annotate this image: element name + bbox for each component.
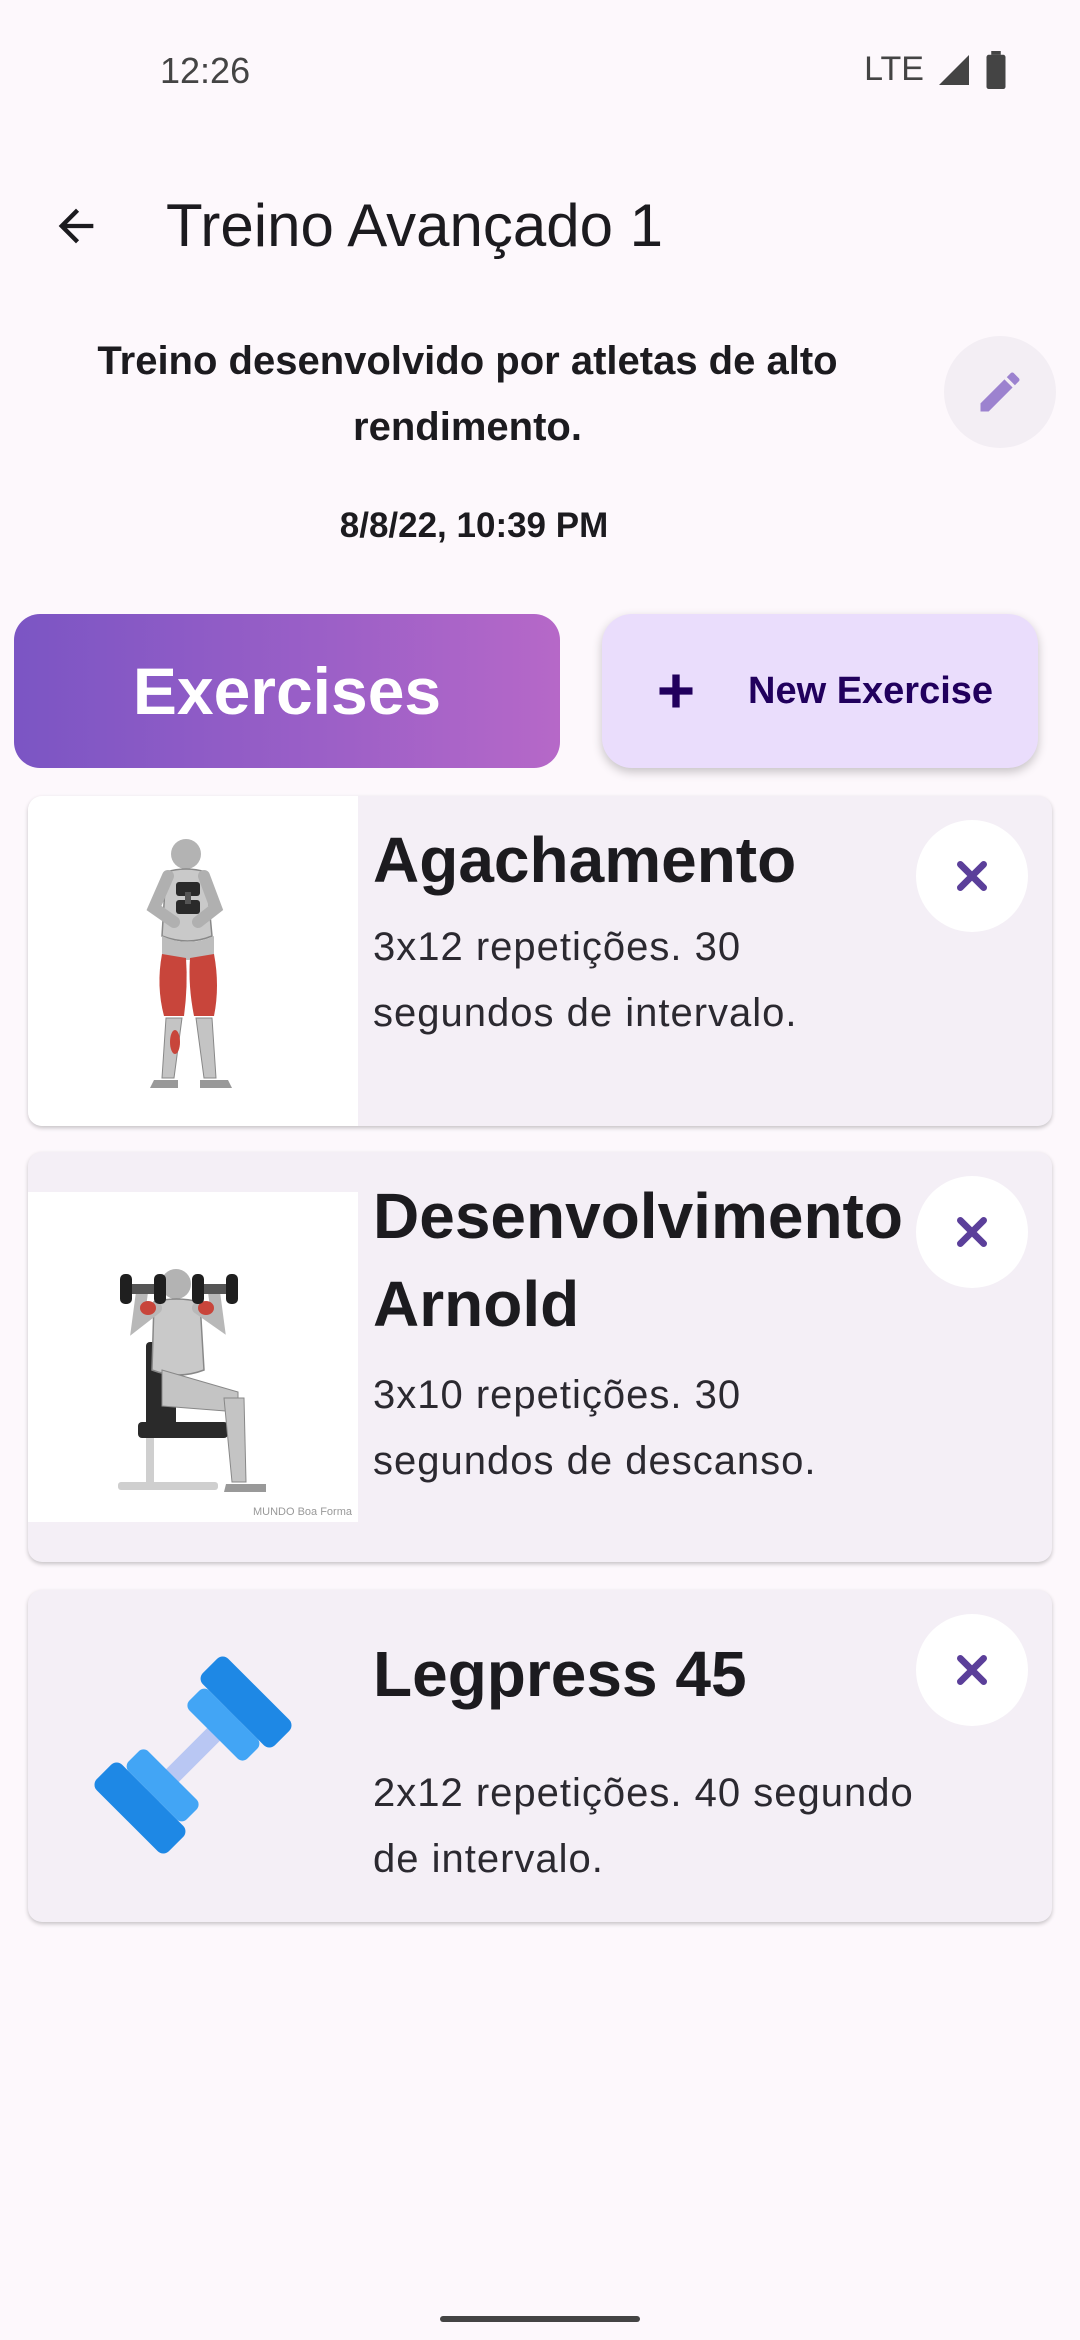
- workout-date: 8/8/22, 10:39 PM: [339, 506, 609, 545]
- exercise-name: Agachamento: [373, 824, 797, 896]
- exercises-button[interactable]: Exercises: [14, 614, 560, 768]
- status-bar: 12:26 LTE: [0, 0, 1080, 140]
- delete-exercise-button[interactable]: [916, 1614, 1028, 1726]
- back-button[interactable]: [40, 190, 112, 262]
- status-time: 12:26: [160, 50, 251, 91]
- exercise-card[interactable]: Agachamento 3x12 repetições. 30 segundos…: [28, 796, 1052, 1126]
- exercise-name: Desenvolvimento Arnold: [373, 1180, 903, 1340]
- plus-icon: [659, 674, 693, 708]
- new-exercise-label: New Exercise: [748, 669, 994, 712]
- network-type: LTE: [864, 50, 924, 88]
- status-indicators: LTE: [864, 50, 1008, 89]
- exercise-name: Legpress 45: [373, 1638, 747, 1710]
- delete-exercise-button[interactable]: [916, 820, 1028, 932]
- exercise-card[interactable]: MUNDO Boa Forma Desenvolvimento Arnold 3…: [28, 1152, 1052, 1562]
- arnold-press-illustration: MUNDO Boa Forma: [28, 1192, 358, 1522]
- exercise-description: 2x12 repetições. 40 segundo de intervalo…: [373, 1771, 914, 1881]
- edit-button[interactable]: [944, 336, 1056, 448]
- battery-icon: [986, 50, 1006, 89]
- arrow-left-icon: [58, 208, 94, 244]
- new-exercise-button[interactable]: New Exercise: [602, 614, 1038, 768]
- close-icon: [957, 1217, 987, 1247]
- signal-icon: [939, 54, 969, 85]
- image-watermark: MUNDO Boa Forma: [252, 1506, 352, 1518]
- exercise-description: 3x12 repetições. 30 segundos de interval…: [373, 925, 798, 1035]
- close-icon: [957, 861, 987, 891]
- pencil-icon: [980, 372, 1020, 412]
- page-title: Treino Avançado 1: [166, 192, 664, 259]
- close-icon: [957, 1655, 987, 1685]
- exercise-card[interactable]: Legpress 45 2x12 repetições. 40 segundo …: [28, 1590, 1052, 1922]
- exercise-description: 3x10 repetições. 30 segundos de descanso…: [373, 1373, 817, 1483]
- delete-exercise-button[interactable]: [916, 1176, 1028, 1288]
- workout-detail-screen: 12:26 LTE Treino Avançado 1 Treino desen…: [0, 0, 1080, 2340]
- workout-description: Treino desenvolvido por atletas de alto …: [97, 339, 838, 449]
- gesture-nav-handle[interactable]: [440, 2316, 640, 2322]
- squat-illustration: [28, 796, 358, 1126]
- dumbbell-icon: [28, 1590, 358, 1920]
